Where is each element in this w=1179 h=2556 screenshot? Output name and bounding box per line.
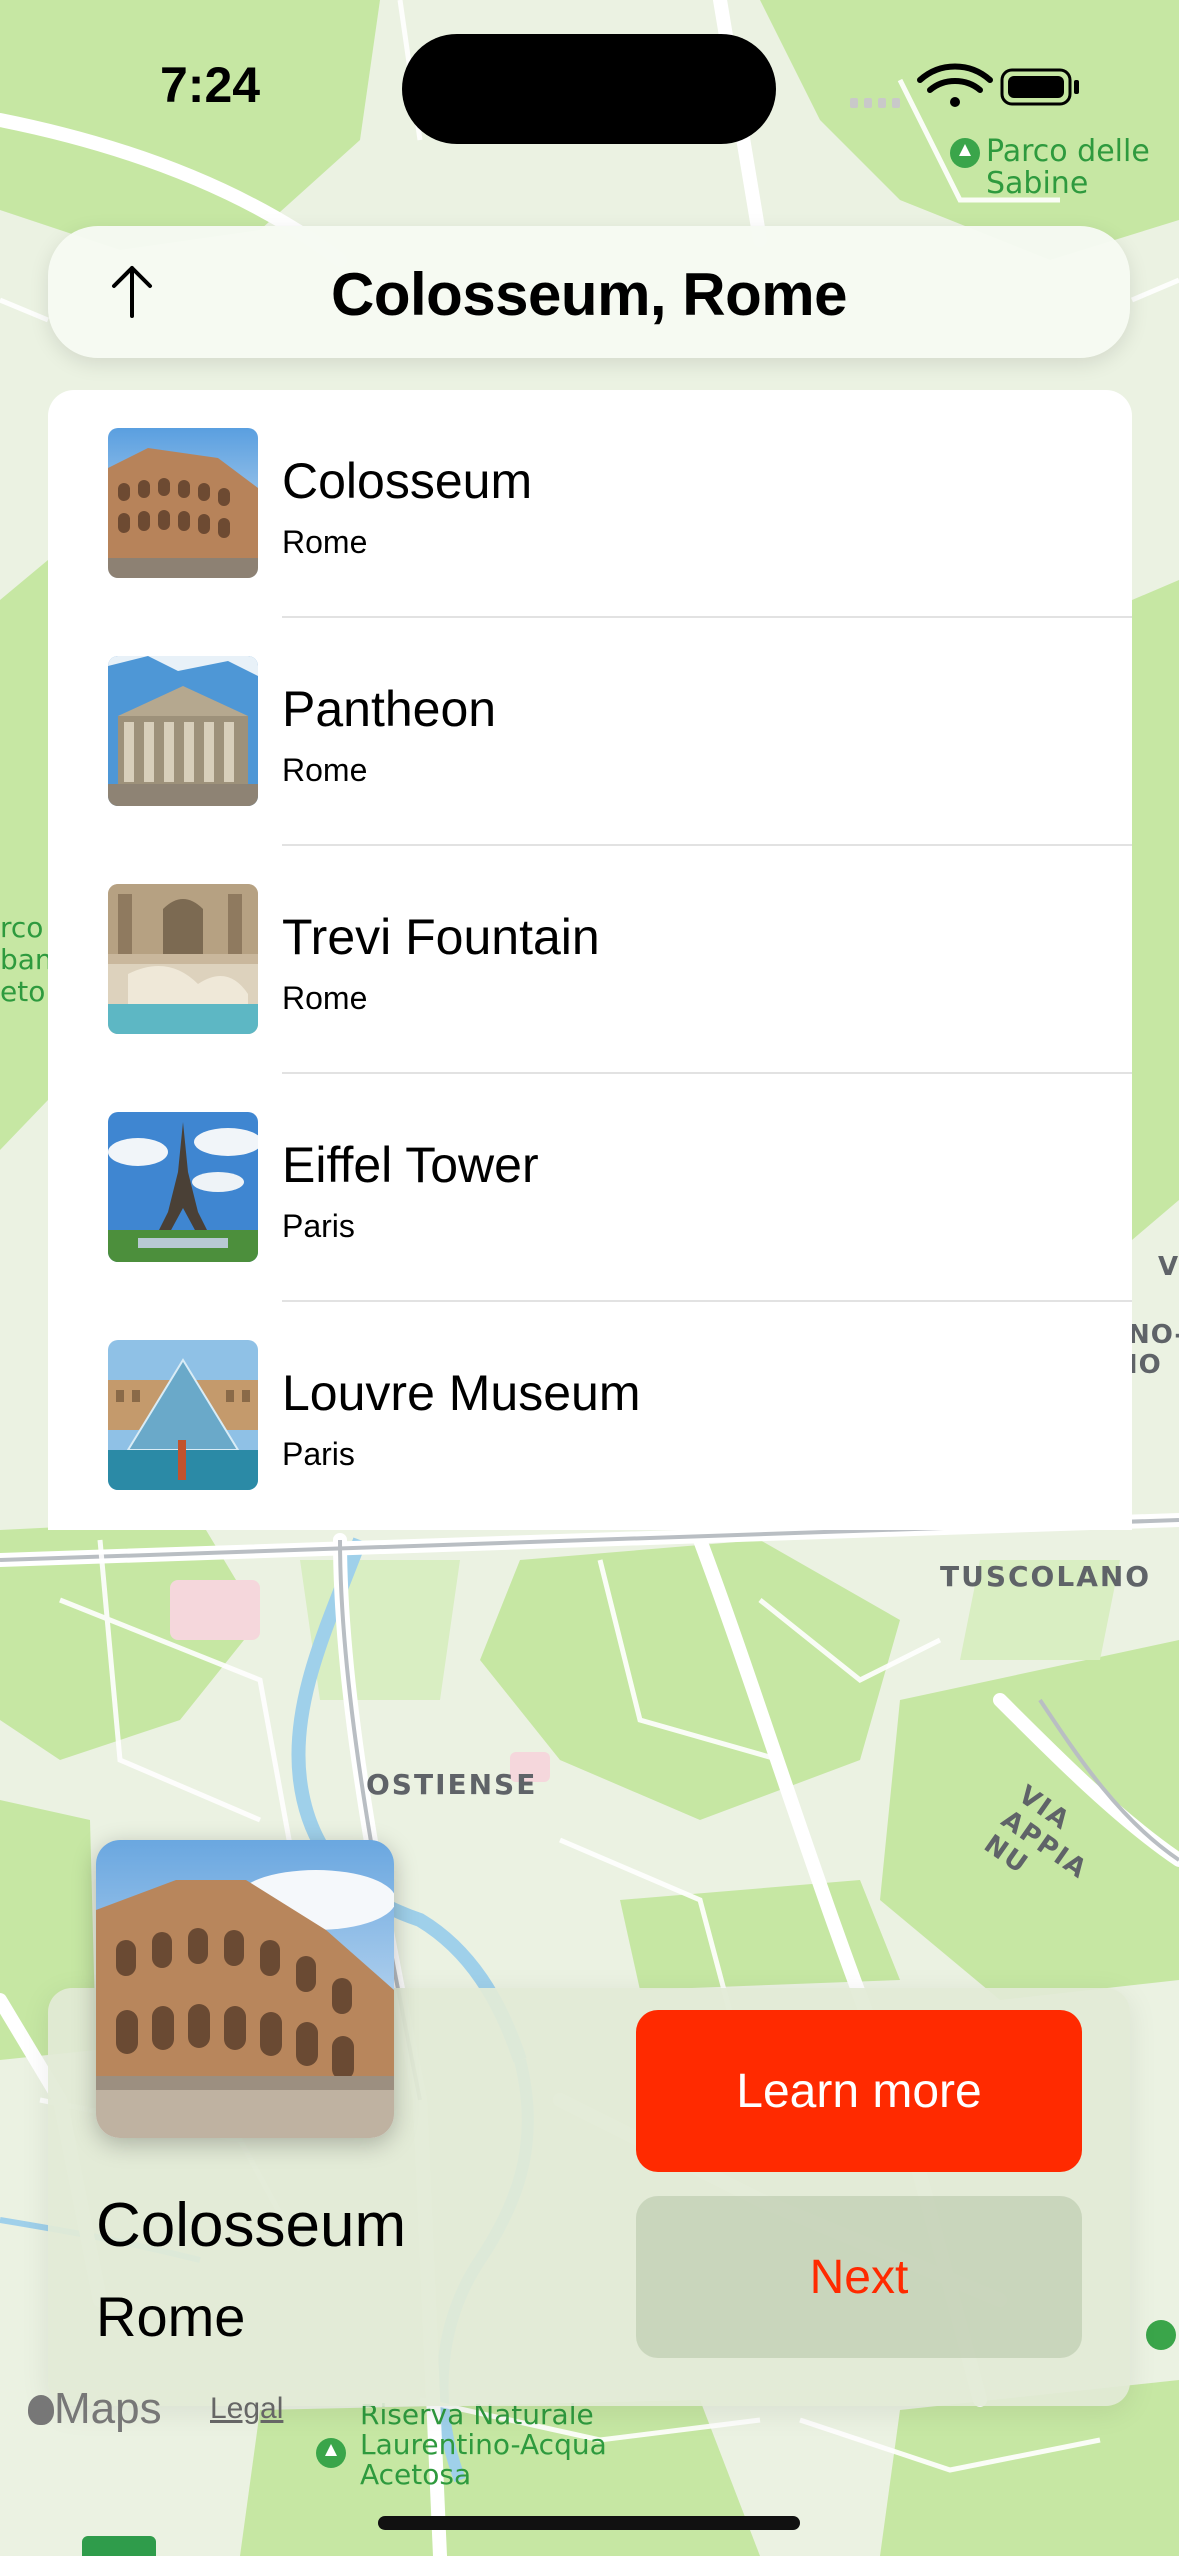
place-name: Eiffel Tower xyxy=(282,1137,539,1193)
next-button[interactable]: Next xyxy=(636,2196,1082,2358)
place-name: Trevi Fountain xyxy=(282,909,600,965)
map-label-right-edge: NO- IO xyxy=(1128,1320,1179,1380)
apple-icon xyxy=(28,2395,54,2425)
eiffel-tower-thumbnail xyxy=(108,1112,258,1262)
status-icons xyxy=(850,63,1079,108)
louvre-museum-thumbnail xyxy=(108,1340,258,1490)
arrow-up-icon xyxy=(112,266,152,318)
card-title: Colosseum xyxy=(96,2191,407,2260)
legal-link[interactable]: Legal xyxy=(210,2392,283,2426)
header-title: Colosseum, Rome xyxy=(331,261,847,328)
colosseum-photo xyxy=(96,1840,394,2138)
place-name: Louvre Museum xyxy=(282,1365,641,1421)
maps-logo: Maps xyxy=(28,2384,162,2434)
place-city: Paris xyxy=(282,1436,355,1472)
place-city: Rome xyxy=(282,524,368,560)
card-subtitle: Rome xyxy=(96,2285,246,2348)
map-label-tuscolano: TUSCOLANO xyxy=(940,1560,1152,1593)
map-label-right-v: V xyxy=(1158,1252,1179,1282)
park-icon xyxy=(316,2438,346,2468)
map-label-ostiense: OSTIENSE xyxy=(366,1768,538,1801)
battery-icon xyxy=(1000,68,1079,106)
place-name: Colosseum xyxy=(282,453,533,509)
status-time: 7:24 xyxy=(160,57,261,113)
colosseum-thumbnail xyxy=(108,428,258,578)
dynamic-island xyxy=(402,34,776,144)
pantheon-thumbnail xyxy=(108,656,258,806)
place-city: Rome xyxy=(282,752,368,788)
place-name: Pantheon xyxy=(282,681,497,737)
home-indicator[interactable] xyxy=(378,2516,800,2530)
park-pin-right[interactable] xyxy=(1146,2320,1176,2350)
map-label-parco-sabine: Parco delle Sabine xyxy=(950,136,1150,200)
place-city: Rome xyxy=(282,980,368,1016)
park-icon xyxy=(950,138,980,168)
place-city: Paris xyxy=(282,1208,355,1244)
trevi-fountain-thumbnail xyxy=(108,884,258,1034)
list-item[interactable]: Louvre Museum Paris xyxy=(48,1302,1132,1530)
wifi-icon xyxy=(917,63,993,107)
search-header: Colosseum, Rome xyxy=(48,226,1130,358)
map-label-riserva: Riserva Naturale Laurentino-Acqua Acetos… xyxy=(316,2400,607,2490)
learn-more-button[interactable]: Learn more xyxy=(636,2010,1082,2172)
list-item[interactable]: Trevi Fountain Rome xyxy=(48,846,1132,1074)
list-item[interactable]: Colosseum Rome xyxy=(48,390,1132,618)
map-label-left-edge: rco ban eto xyxy=(0,911,53,1008)
list-item[interactable]: Pantheon Rome xyxy=(48,618,1132,846)
places-list: Colosseum Rome Pantheon Rome Trevi Fount… xyxy=(48,390,1132,1530)
cellular-icon xyxy=(850,98,900,108)
back-button[interactable] xyxy=(96,256,168,328)
list-item[interactable]: Eiffel Tower Paris xyxy=(48,1074,1132,1302)
